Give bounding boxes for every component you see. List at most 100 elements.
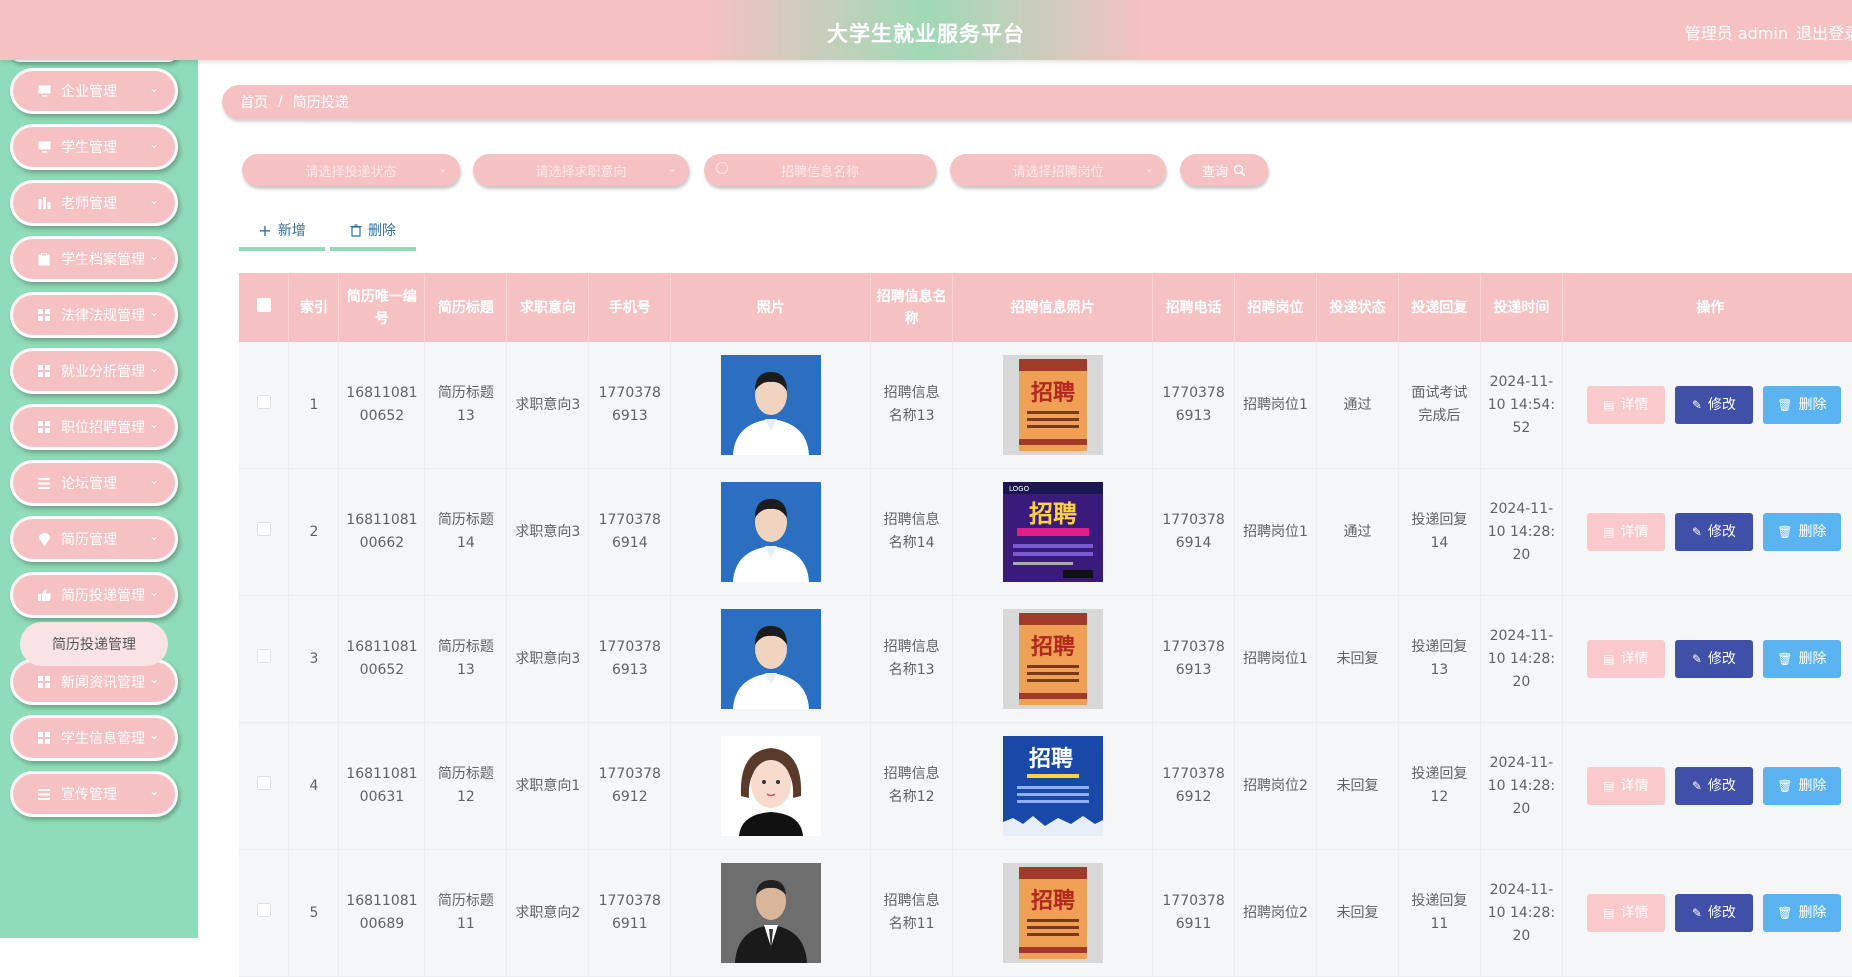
header-recruit-name: 招聘信息名称 [870,273,954,342]
svg-text:招聘: 招聘 [1031,635,1075,660]
delete-button[interactable]: 🗑 删除 [1762,386,1841,424]
sidebar-item-1[interactable]: 企业管理 ⌄ [10,68,178,114]
header-phone: 手机号 [588,273,672,342]
edit-button[interactable]: ✎ 修改 [1674,894,1753,932]
sidebar-item-clipped[interactable] [10,60,178,62]
header-intent: 求职意向 [506,273,590,342]
intent-select[interactable]: 请选择求职意向 ⌄ [473,154,689,186]
svg-text:招聘: 招聘 [1031,889,1075,914]
delete-button[interactable]: 🗑 删除 [1762,513,1841,551]
recruit-poster-image[interactable]: 招聘 [1002,355,1103,455]
svg-text:招聘: 招聘 [1031,381,1075,406]
edit-button[interactable]: ✎ 修改 [1674,640,1753,678]
sidebar-item-7[interactable]: 职位招聘管理 ⌄ [10,404,178,450]
chevron-down-icon: ⌄ [437,161,448,175]
sidebar-item-12[interactable]: 学生信息管理 ⌄ [10,715,178,761]
sidebar-item-6[interactable]: 就业分析管理 ⌄ [10,348,178,394]
add-button[interactable]: + 新增 [239,213,325,251]
sidebar-item-4[interactable]: 学生档案管理 ⌄ [10,236,178,282]
admin-label: 管理员 admin [1684,24,1788,43]
sidebar-item-2[interactable]: 学生管理 ⌄ [10,124,178,170]
cell-intent: 求职意向1 [506,722,590,850]
resume-photo-image[interactable] [720,736,821,836]
chevron-down-icon: ⌄ [148,728,159,742]
header-resume-no: 简历唯一编号 [338,273,426,342]
row-checkbox[interactable] [256,394,271,409]
sidebar-item-8[interactable]: 论坛管理 ⌄ [10,460,178,506]
cell-phone: 17703786912 [588,722,672,850]
resume-photo-image[interactable] [720,482,821,582]
row-checkbox[interactable] [256,775,271,790]
recruit-poster-image[interactable]: 招聘 [1002,863,1103,963]
detail-button[interactable]: ▤ 详情 [1586,894,1665,932]
header-time: 投递时间 [1480,273,1563,342]
table-row[interactable]: 2 1681108100662 简历标题14 求职意向3 17703786914 招聘信息… [239,468,1852,596]
sidebar-item-label: 学生管理 [61,140,117,156]
sidebar-item-10[interactable]: 简历投递管理 ⌄ [10,572,178,618]
batch-delete-button[interactable]: 删除 [330,213,416,251]
header-recruit-post: 招聘岗位 [1234,273,1317,342]
query-button[interactable]: 查询 [1180,154,1268,186]
detail-button[interactable]: ▤ 详情 [1586,386,1665,424]
edit-button[interactable]: ✎ 修改 [1674,386,1753,424]
row-checkbox[interactable] [256,648,271,663]
detail-button[interactable]: ▤ 详情 [1586,767,1665,805]
recruit-name-input[interactable]: 招聘信息名称 [704,154,936,186]
sidebar-item-9[interactable]: 简历管理 ⌄ [10,516,178,562]
search-icon [1233,164,1246,176]
trash-icon [350,223,362,237]
row-select-cell [239,595,290,723]
cell-index: 2 [288,468,340,596]
recruit-poster-image[interactable]: 招聘 [1002,736,1103,836]
chevron-down-icon: ⌄ [148,137,159,151]
edit-button[interactable]: ✎ 修改 [1674,513,1753,551]
monitor-icon [37,140,51,154]
intent-select-placeholder: 请选择求职意向 [535,164,627,180]
cell-status: 通过 [1316,342,1399,469]
sidebar-item-3[interactable]: 老师管理 ⌄ [10,180,178,226]
edit-button[interactable]: ✎ 修改 [1674,767,1753,805]
select-all-checkbox[interactable] [256,297,271,312]
cell-recruit-name: 招聘信息名称13 [870,342,954,469]
row-checkbox[interactable] [256,521,271,536]
resume-photo-image[interactable] [720,609,821,709]
cell-intent: 求职意向2 [506,849,590,977]
cell-resume-title: 简历标题13 [424,595,508,723]
add-button-label: 新增 [277,223,306,239]
cell-reply: 投递回复12 [1398,722,1481,850]
resume-photo-image[interactable] [720,355,821,455]
logout-link[interactable]: 退出登录 [1796,20,1852,44]
cell-recruit-photo: 招聘 [952,722,1154,850]
table-row[interactable]: 4 1681108100631 简历标题12 求职意向1 17703786912 招聘信息… [239,722,1852,850]
grid-icon [37,675,51,689]
table-row[interactable]: 3 1681108100652 简历标题13 求职意向3 17703786913 招聘信息… [239,595,1852,723]
position-select[interactable]: 请选择招聘岗位 ⌄ [950,154,1166,186]
search-icon [716,162,728,174]
thumb-icon [37,588,51,602]
select-all-header [239,273,290,342]
delete-button[interactable]: 🗑 删除 [1762,640,1841,678]
chevron-down-icon: ⌄ [148,81,159,95]
delete-button[interactable]: 🗑 删除 [1762,894,1841,932]
delete-button-label: 删除 [1798,650,1827,667]
sidebar-item-5[interactable]: 法律法规管理 ⌄ [10,292,178,338]
cell-intent: 求职意向3 [506,595,590,723]
recruit-poster-image[interactable]: 招聘 [1002,609,1103,709]
cell-recruit-post: 招聘岗位1 [1234,468,1317,596]
table-row[interactable]: 5 1681108100689 简历标题11 求职意向2 17703786911 招聘信息… [239,849,1852,977]
delete-button[interactable]: 🗑 删除 [1762,767,1841,805]
breadcrumb-home[interactable]: 首页 [240,92,268,112]
table-row[interactable]: 1 1681108100652 简历标题13 求职意向3 17703786913 招聘信息… [239,342,1852,469]
cell-ops: ▤ 详情 ✎ 修改 🗑 删除 [1562,468,1852,596]
recruit-poster-image[interactable]: LOGO 招聘 [1002,482,1103,582]
detail-button[interactable]: ▤ 详情 [1586,640,1665,678]
submenu-item-delivery[interactable]: 简历投递管理 [20,622,168,666]
document-icon: ▤ [1603,778,1615,793]
resume-photo-image[interactable] [720,863,821,963]
cell-photo [670,342,872,469]
detail-button[interactable]: ▤ 详情 [1586,513,1665,551]
sidebar-item-13[interactable]: 宣传管理 ⌄ [10,771,178,817]
row-checkbox[interactable] [256,902,271,917]
sidebar-item-label: 学生信息管理 [61,731,145,747]
status-select[interactable]: 请选择投递状态 ⌄ [242,154,460,186]
